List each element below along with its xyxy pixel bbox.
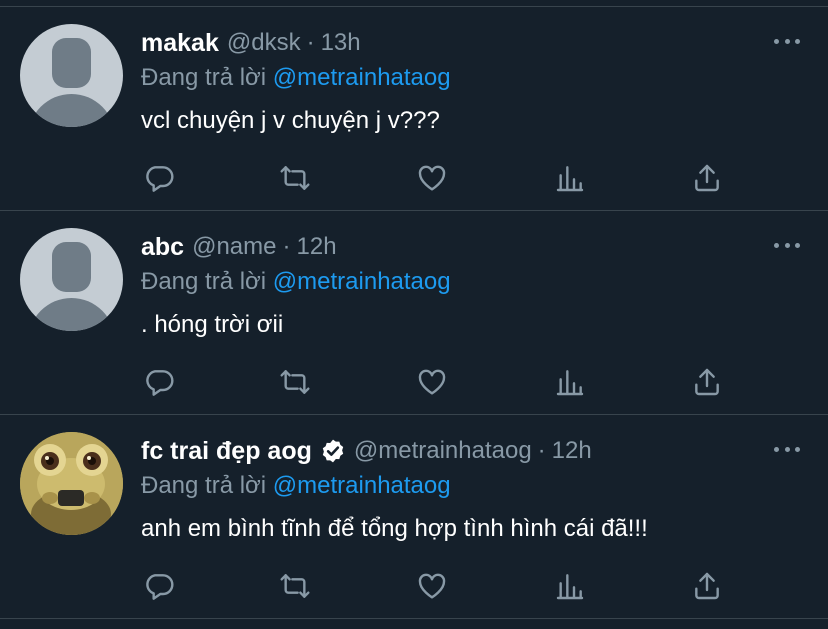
analytics-icon[interactable]	[552, 364, 588, 400]
avatar-shoulders	[28, 94, 115, 127]
tweet-text: vcl chuyện j v chuyện j v???	[141, 107, 440, 134]
mention-link[interactable]: @metrainhataog	[273, 268, 451, 295]
replying-to-label: Đang trả lời	[141, 64, 267, 91]
replying-to: Đang trả lời @metrainhataog	[141, 472, 451, 500]
mention-link[interactable]: @metrainhataog	[273, 64, 451, 91]
separator-dot: ·	[306, 29, 315, 56]
mention-link[interactable]: @metrainhataog	[273, 472, 451, 499]
reply-icon[interactable]	[141, 160, 177, 196]
more-options-icon[interactable]	[774, 31, 800, 51]
timestamp[interactable]: 12h	[297, 233, 337, 261]
retweet-icon[interactable]	[277, 568, 313, 604]
timestamp[interactable]: 12h	[552, 437, 592, 465]
display-name[interactable]: abc	[141, 233, 184, 262]
replying-to-label: Đang trả lời	[141, 472, 267, 499]
avatar-photo	[20, 432, 123, 535]
reply-icon[interactable]	[141, 568, 177, 604]
share-icon[interactable]	[689, 364, 725, 400]
verified-badge-icon	[320, 438, 346, 464]
user-handle[interactable]: @name	[192, 233, 276, 261]
avatar[interactable]	[20, 432, 123, 535]
avatar-head	[52, 242, 91, 292]
replying-to: Đang trả lời @metrainhataog	[141, 268, 451, 296]
like-icon[interactable]	[414, 160, 450, 196]
like-icon[interactable]	[414, 364, 450, 400]
timestamp[interactable]: 13h	[321, 29, 361, 57]
separator-dot: ·	[537, 437, 546, 464]
tweet-actions	[141, 160, 731, 196]
share-icon[interactable]	[689, 568, 725, 604]
avatar[interactable]	[20, 24, 123, 127]
reply-icon[interactable]	[141, 364, 177, 400]
tweet-actions	[141, 568, 731, 604]
top-divider	[0, 0, 828, 7]
tweet-text: . hóng trời ơii	[141, 311, 284, 338]
share-icon[interactable]	[689, 160, 725, 196]
tweet[interactable]: abc @name · 12h Đang trả lời @metrainhat…	[0, 211, 828, 415]
user-handle[interactable]: @dksk	[227, 29, 301, 57]
replying-to-label: Đang trả lời	[141, 268, 267, 295]
display-name[interactable]: fc trai đẹp aog	[141, 437, 312, 466]
avatar[interactable]	[20, 228, 123, 331]
tweet-header: makak @dksk · 13h	[141, 27, 361, 59]
tweet-feed: makak @dksk · 13h Đang trả lời @metrainh…	[0, 7, 828, 619]
retweet-icon[interactable]	[277, 364, 313, 400]
tweet-text: anh em bình tĩnh để tổng hợp tình hình c…	[141, 515, 648, 542]
tweet-actions	[141, 364, 731, 400]
separator-dot: ·	[282, 233, 291, 260]
tweet[interactable]: fc trai đẹp aog @metrainhataog · 12h Đan…	[0, 415, 828, 619]
user-handle[interactable]: @metrainhataog	[354, 437, 532, 465]
tweet[interactable]: makak @dksk · 13h Đang trả lời @metrainh…	[0, 7, 828, 211]
display-name[interactable]: makak	[141, 29, 219, 58]
more-options-icon[interactable]	[774, 235, 800, 255]
avatar-shoulders	[28, 298, 115, 331]
tweet-header: fc trai đẹp aog @metrainhataog · 12h	[141, 435, 592, 467]
tweet-header: abc @name · 12h	[141, 231, 337, 263]
replying-to: Đang trả lời @metrainhataog	[141, 64, 451, 92]
analytics-icon[interactable]	[552, 160, 588, 196]
more-options-icon[interactable]	[774, 439, 800, 459]
retweet-icon[interactable]	[277, 160, 313, 196]
like-icon[interactable]	[414, 568, 450, 604]
avatar-head	[52, 38, 91, 88]
analytics-icon[interactable]	[552, 568, 588, 604]
